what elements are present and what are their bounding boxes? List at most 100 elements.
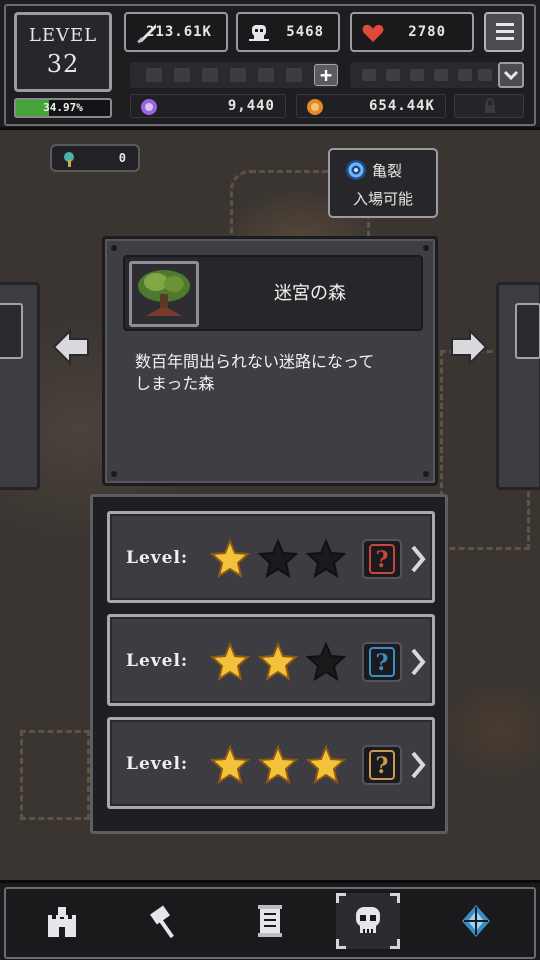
lock-icon [485, 98, 495, 113]
equipment-slot-icon [434, 69, 448, 81]
star-empty-icon [306, 641, 346, 681]
xp-percent-text: 34.97% [43, 101, 83, 114]
skill-slot-icon [146, 68, 162, 82]
rift-status: 入場可能 [352, 190, 413, 208]
hamburger-icon-line [496, 37, 514, 40]
map-path [20, 730, 90, 820]
expand-button[interactable] [498, 62, 524, 88]
mystery-box-blue-icon[interactable]: ? [362, 642, 402, 682]
previous-stage-thumb [0, 303, 23, 359]
level-label: LEVEL [28, 25, 98, 46]
chevron-down-icon [503, 70, 519, 81]
selection-corner [336, 939, 346, 949]
hp-value: 2780 [408, 24, 446, 40]
rift-title: 亀裂 [372, 162, 403, 180]
star-filled-icon [210, 744, 250, 784]
rift-swirl-icon [346, 160, 366, 180]
difficulty-label: Level: [126, 754, 189, 774]
chevron-right-icon [411, 545, 426, 573]
stage-info-panel: 迷宮の森 数百年間出られない迷路になって しまった森 [102, 236, 438, 486]
attack-stat[interactable]: 213.61K [124, 12, 228, 52]
arrow-right-icon[interactable] [448, 326, 490, 368]
star-filled-icon [210, 641, 250, 681]
rift-button[interactable]: 亀裂 入場可能 [328, 148, 438, 218]
stage-header: 迷宮の森 [123, 255, 423, 331]
skill-slot-icon [202, 68, 218, 82]
scroll-icon [258, 905, 282, 937]
nav-forge[interactable] [134, 893, 198, 949]
gold-coin-icon [307, 99, 323, 115]
top-bar: LEVEL 32 34.97% 213.61K 5468 2780 + 9,44… [0, 0, 540, 130]
hp-stat[interactable]: 2780 [350, 12, 474, 52]
key-counter[interactable]: 0 [50, 144, 140, 172]
mystery-box-gold-icon[interactable]: ? [362, 745, 402, 785]
heart-icon [362, 24, 384, 42]
locked-currency-slot [454, 94, 524, 118]
previous-stage-panel[interactable] [0, 282, 40, 490]
arrow-left-icon[interactable] [50, 326, 92, 368]
key-count: 0 [118, 151, 126, 165]
skill-slot-icon [174, 68, 190, 82]
equipment-slot-icon [478, 69, 492, 81]
next-stage-thumb [515, 303, 540, 359]
key-icon [64, 152, 74, 167]
gem-value: 9,440 [227, 98, 275, 114]
equipment-slot-icon [386, 69, 400, 81]
skull-stat[interactable]: 5468 [236, 12, 340, 52]
star-filled-icon [210, 538, 250, 578]
equipment-slot-icon [458, 69, 472, 81]
chevron-right-icon [411, 648, 426, 676]
gold-currency[interactable]: 654.44K [296, 94, 446, 118]
next-stage-panel[interactable] [496, 282, 540, 490]
selection-corner [336, 893, 346, 903]
panel-rivet [111, 471, 117, 477]
skill-slot-icon [258, 68, 274, 82]
star-filled-icon [258, 744, 298, 784]
stage-description: 数百年間出られない迷路になって しまった森 [135, 351, 425, 395]
hammer-icon [150, 905, 174, 939]
player-level-box[interactable]: LEVEL 32 [14, 12, 112, 92]
difficulty-label: Level: [126, 651, 189, 671]
selection-corner [390, 939, 400, 949]
star-empty-icon [306, 538, 346, 578]
mystery-box-red-icon[interactable]: ? [362, 539, 402, 579]
bottom-nav [0, 880, 540, 960]
hamburger-icon-line [496, 30, 514, 33]
difficulty-row[interactable]: Level:? [107, 511, 435, 603]
panel-rivet [423, 245, 429, 251]
difficulty-row[interactable]: Level:? [107, 614, 435, 706]
level-number: 32 [46, 50, 80, 78]
reward-question-mark: ? [369, 647, 395, 677]
xp-progress-bar: 34.97% [14, 98, 112, 118]
gem-currency[interactable]: 9,440 [130, 94, 286, 118]
nav-quests[interactable] [238, 893, 302, 949]
star-filled-icon [258, 641, 298, 681]
nav-dungeon[interactable] [336, 893, 400, 949]
menu-button[interactable] [484, 12, 524, 52]
reward-question-mark: ? [369, 544, 395, 574]
nav-map[interactable] [444, 893, 508, 949]
stage-description-line: 数百年間出られない迷路になって [135, 352, 375, 371]
reward-question-mark: ? [369, 750, 395, 780]
castle-icon [48, 907, 76, 937]
panel-rivet [423, 471, 429, 477]
forest-tree-icon [132, 264, 196, 324]
skull-icon [356, 907, 380, 933]
skill-slots [130, 62, 338, 88]
nav-castle[interactable] [30, 893, 94, 949]
skull-icon [249, 25, 269, 41]
equipment-slot-icon [362, 69, 376, 81]
selection-corner [390, 893, 400, 903]
skill-slot-icon [286, 68, 302, 82]
equipment-slots [350, 62, 498, 88]
stage-name: 迷宮の森 [274, 283, 346, 304]
equipment-slot-icon [410, 69, 424, 81]
hamburger-icon [496, 23, 514, 26]
add-skill-button[interactable]: + [314, 64, 338, 86]
panel-rivet [111, 245, 117, 251]
difficulty-row[interactable]: Level:? [107, 717, 435, 809]
chevron-right-icon [411, 751, 426, 779]
star-filled-icon [306, 744, 346, 784]
difficulty-label: Level: [126, 548, 189, 568]
difficulty-list: Level:? Level:? Level:? [90, 494, 448, 834]
